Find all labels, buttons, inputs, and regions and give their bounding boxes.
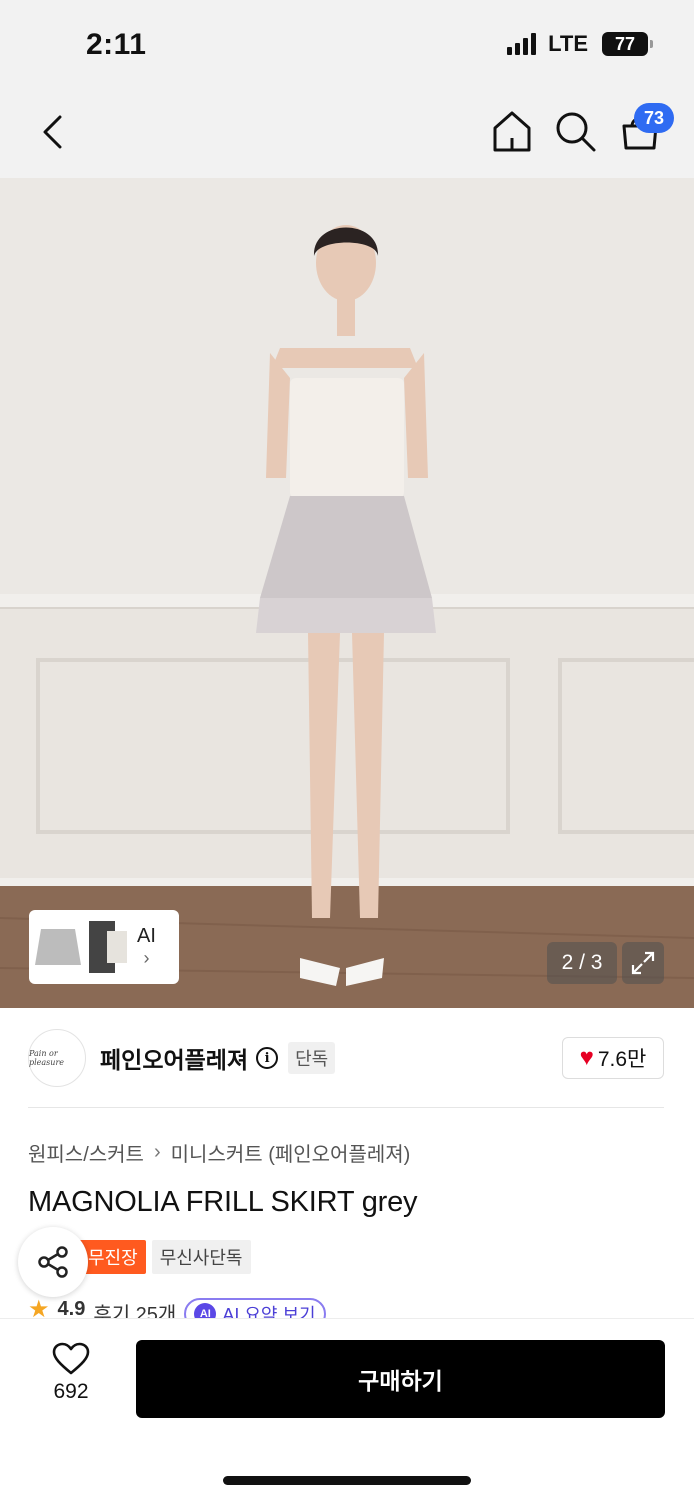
share-button[interactable] bbox=[18, 1227, 88, 1297]
product-photo bbox=[0, 178, 694, 1008]
back-icon bbox=[43, 115, 62, 149]
signal-icon bbox=[507, 33, 537, 55]
ai-label: AI › bbox=[137, 925, 156, 969]
buy-button[interactable]: 구매하기 bbox=[136, 1340, 665, 1418]
review-count[interactable]: 후기 25개 bbox=[93, 1298, 176, 1320]
heart-icon: ♥ bbox=[579, 1044, 594, 1071]
divider bbox=[28, 1107, 664, 1108]
expand-image-button[interactable] bbox=[622, 942, 664, 984]
top-nav-bar bbox=[0, 88, 694, 178]
heart-outline-icon bbox=[52, 1342, 90, 1375]
star-icon: ★ bbox=[28, 1298, 50, 1320]
brand-logo[interactable]: Pain or pleasure bbox=[28, 1029, 86, 1087]
home-indicator bbox=[223, 1476, 471, 1485]
image-counter: 2 / 3 bbox=[547, 942, 617, 984]
status-indicators: LTE 77 bbox=[507, 31, 653, 57]
rating-score: 4.9 bbox=[57, 1298, 86, 1320]
network-type: LTE bbox=[548, 31, 588, 56]
thumbnail-skirts bbox=[35, 921, 127, 973]
back-button[interactable] bbox=[30, 110, 74, 154]
search-button[interactable] bbox=[552, 108, 600, 156]
badge-musinsa-exclusive: 무신사단독 bbox=[151, 1240, 251, 1274]
exclusive-tag: 단독 bbox=[288, 1042, 336, 1074]
status-time: 2:11 bbox=[86, 28, 147, 61]
breadcrumb: 원피스/스커트 › 미니스커트 (페인오어플레져) bbox=[28, 1138, 410, 1167]
ai-text: AI bbox=[137, 925, 156, 947]
rating-row[interactable]: ★ 4.9 후기 25개 AI AI 요약 보기 bbox=[28, 1298, 326, 1320]
info-icon[interactable]: i bbox=[256, 1047, 279, 1069]
status-bar: 2:11 LTE 77 bbox=[0, 0, 694, 88]
brand-name[interactable]: 페인오어플레져 bbox=[100, 1041, 248, 1075]
ai-similar-items-card[interactable]: AI › bbox=[29, 910, 179, 984]
product-title: MAGNOLIA FRILL SKIRT grey bbox=[28, 1186, 418, 1218]
chevron-right-icon: › bbox=[153, 1141, 161, 1163]
cart-count-badge: 73 bbox=[634, 103, 674, 133]
wishlist-button[interactable]: 692 bbox=[38, 1342, 104, 1412]
home-button[interactable] bbox=[490, 108, 534, 156]
breadcrumb-subcategory[interactable]: 미니스커트 (페인오어플레져) bbox=[171, 1138, 411, 1167]
wishlist-count: 692 bbox=[53, 1380, 89, 1403]
product-image-gallery[interactable]: AI › 2 / 3 bbox=[0, 178, 694, 1008]
ai-summary-button[interactable]: AI AI 요약 보기 bbox=[184, 1298, 326, 1320]
expand-icon bbox=[631, 951, 655, 975]
battery-icon: 77 bbox=[602, 32, 653, 56]
search-icon bbox=[556, 112, 596, 152]
share-icon bbox=[38, 1246, 68, 1278]
home-icon bbox=[493, 111, 531, 152]
brand-like-count: 7.6만 bbox=[597, 1048, 647, 1071]
chevron-right-icon: › bbox=[143, 948, 150, 968]
breadcrumb-category[interactable]: 원피스/스커트 bbox=[28, 1138, 144, 1167]
brand-like-button[interactable]: ♥ 7.6만 bbox=[562, 1037, 664, 1079]
